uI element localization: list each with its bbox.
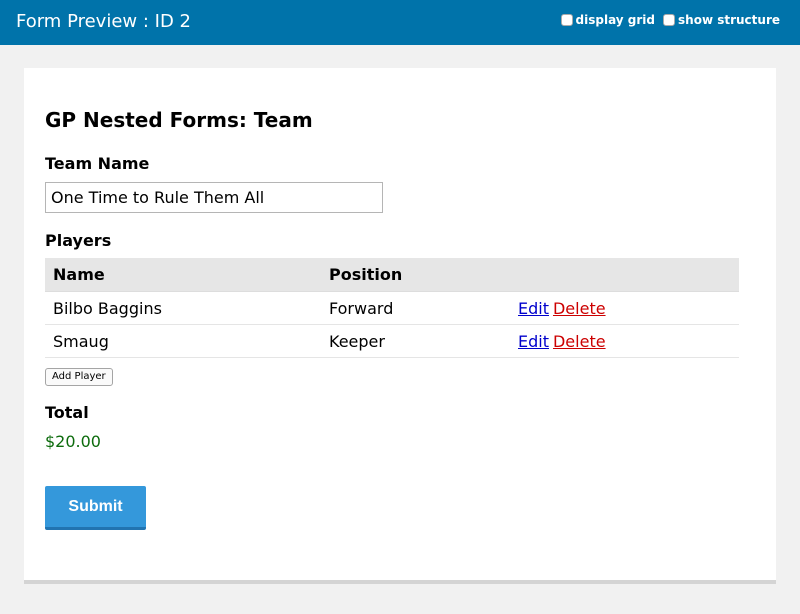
- player-name: Smaug: [45, 324, 321, 358]
- players-label: Players: [45, 231, 112, 250]
- table-header-row: Name Position: [45, 258, 739, 292]
- column-header-actions: [510, 258, 739, 292]
- player-actions: Edit Delete: [510, 324, 739, 358]
- player-position: Forward: [321, 291, 510, 325]
- team-name-label: Team Name: [45, 154, 150, 173]
- edit-link[interactable]: Edit: [518, 332, 549, 351]
- display-grid-toggle[interactable]: display grid: [560, 13, 656, 27]
- total-value: $20.00: [45, 432, 101, 451]
- player-position: Keeper: [321, 324, 510, 358]
- add-player-button[interactable]: Add Player: [45, 368, 113, 386]
- display-grid-checkbox[interactable]: [560, 14, 573, 26]
- form-title: GP Nested Forms: Team: [45, 108, 313, 132]
- preview-title: Form Preview : ID 2: [16, 11, 191, 32]
- delete-link[interactable]: Delete: [553, 332, 606, 351]
- display-grid-label: display grid: [575, 13, 656, 27]
- show-structure-toggle[interactable]: show structure: [663, 13, 780, 27]
- player-name: Bilbo Baggins: [45, 291, 321, 325]
- column-header-name: Name: [45, 258, 321, 292]
- form-card: GP Nested Forms: Team Team Name Players …: [24, 68, 776, 584]
- submit-button[interactable]: Submit: [45, 486, 146, 530]
- show-structure-checkbox[interactable]: [663, 14, 676, 26]
- player-actions: Edit Delete: [510, 291, 739, 325]
- preview-options: display grid show structure: [560, 13, 780, 27]
- table-row: Smaug Keeper Edit Delete: [45, 324, 739, 358]
- players-table: Name Position Bilbo Baggins Forward Edit…: [45, 258, 739, 358]
- edit-link[interactable]: Edit: [518, 299, 549, 318]
- table-row: Bilbo Baggins Forward Edit Delete: [45, 291, 739, 325]
- show-structure-label: show structure: [678, 13, 780, 27]
- total-label: Total: [45, 403, 89, 422]
- team-name-input[interactable]: [45, 182, 383, 213]
- top-bar: Form Preview : ID 2 display grid show st…: [0, 0, 800, 45]
- column-header-position: Position: [321, 258, 510, 292]
- delete-link[interactable]: Delete: [553, 299, 606, 318]
